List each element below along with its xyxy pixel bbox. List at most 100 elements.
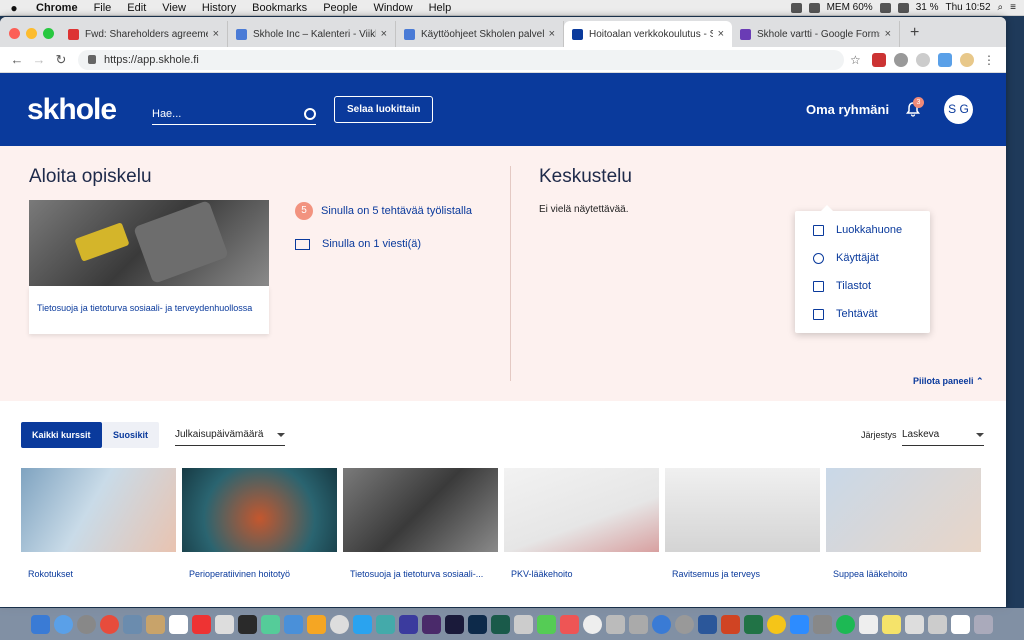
- app-icon[interactable]: [675, 614, 694, 634]
- app-icon[interactable]: [146, 614, 165, 634]
- browse-categories-button[interactable]: Selaa luokittain: [334, 96, 434, 123]
- sort-select[interactable]: Laskeva: [902, 424, 984, 446]
- search-input[interactable]: Hae...: [152, 103, 316, 125]
- dropdown-item-classroom[interactable]: Luokkahuone: [795, 216, 930, 244]
- messages-link[interactable]: Sinulla on 1 viesti(ä): [295, 238, 421, 250]
- profile-icon[interactable]: [960, 52, 974, 67]
- premiere-icon[interactable]: [422, 614, 441, 634]
- app-icon[interactable]: [238, 614, 257, 634]
- trash-icon[interactable]: [974, 614, 993, 634]
- wifi-icon[interactable]: [879, 2, 891, 13]
- my-group-menu[interactable]: Oma ryhmäni: [806, 102, 889, 117]
- calendar-app-icon[interactable]: [169, 614, 188, 634]
- excel-icon[interactable]: [744, 614, 763, 634]
- extension-icon[interactable]: [938, 52, 952, 67]
- extension-icon[interactable]: [872, 52, 886, 67]
- notes-icon[interactable]: [882, 614, 901, 634]
- app-icon[interactable]: [307, 614, 326, 634]
- close-tab-icon[interactable]: ×: [718, 28, 724, 40]
- all-courses-button[interactable]: Kaikki kurssit: [21, 422, 102, 448]
- course-card[interactable]: Ravitsemus ja terveys: [665, 468, 820, 598]
- app-icon[interactable]: [284, 614, 303, 634]
- menu-help[interactable]: Help: [421, 2, 460, 14]
- menu-file[interactable]: File: [86, 2, 120, 14]
- back-icon[interactable]: ←: [6, 52, 28, 67]
- apple-icon[interactable]: ●: [0, 1, 28, 15]
- spotify-icon[interactable]: [836, 614, 855, 634]
- tab-docs[interactable]: Käyttöohjeet Skholen palveluun ×: [396, 21, 564, 47]
- powerpoint-icon[interactable]: [721, 614, 740, 634]
- app-icon[interactable]: [767, 614, 786, 634]
- tab-skhole[interactable]: Hoitoalan verkkokoulutus - Skhole ×: [564, 21, 732, 47]
- app-icon[interactable]: [215, 614, 234, 634]
- course-card[interactable]: Perioperatiivinen hoitotyö: [182, 468, 337, 598]
- clock[interactable]: Thu 10:52: [946, 2, 991, 13]
- tab-forms[interactable]: Skhole vartti - Google Forms ×: [732, 21, 900, 47]
- menu-window[interactable]: Window: [365, 2, 420, 14]
- close-tab-icon[interactable]: ×: [381, 28, 387, 40]
- app-icon[interactable]: [537, 614, 556, 634]
- app-icon[interactable]: [560, 614, 579, 634]
- close-tab-icon[interactable]: ×: [885, 28, 891, 40]
- zoom-icon[interactable]: [790, 614, 809, 634]
- app-icon[interactable]: [859, 614, 878, 634]
- app-icon[interactable]: [905, 614, 924, 634]
- course-image[interactable]: [29, 200, 269, 286]
- launchpad-icon[interactable]: [77, 614, 96, 634]
- star-icon[interactable]: ☆: [850, 53, 864, 67]
- spotlight-icon[interactable]: ⌕: [998, 2, 1004, 13]
- app-icon[interactable]: [123, 614, 142, 634]
- app-icon[interactable]: [629, 614, 648, 634]
- search-icon[interactable]: [304, 107, 316, 120]
- dropdown-item-stats[interactable]: Tilastot: [795, 272, 930, 300]
- skhole-logo[interactable]: skhole: [27, 93, 117, 127]
- finder-icon[interactable]: [31, 614, 50, 634]
- chrome-icon[interactable]: [100, 614, 119, 634]
- app-icon[interactable]: [652, 614, 671, 634]
- app-icon[interactable]: [928, 614, 947, 634]
- course-card[interactable]: Rokotukset: [21, 468, 176, 598]
- course-card[interactable]: Tietosuoja ja tietoturva sosiaali-...: [343, 468, 498, 598]
- menu-people[interactable]: People: [315, 2, 365, 14]
- status-icon[interactable]: [790, 2, 802, 13]
- dropdown-item-users[interactable]: Käyttäjät: [795, 244, 930, 272]
- app-icon[interactable]: [399, 614, 418, 634]
- maximize-window-button[interactable]: [43, 28, 54, 39]
- extension-icon[interactable]: [916, 52, 930, 67]
- extension-icon[interactable]: [894, 52, 908, 67]
- tab-gmail[interactable]: Fwd: Shareholders agreement ×: [60, 21, 228, 47]
- forward-icon[interactable]: →: [28, 52, 50, 67]
- app-icon[interactable]: [261, 614, 280, 634]
- close-tab-icon[interactable]: ×: [549, 28, 555, 40]
- volume-icon[interactable]: [897, 2, 909, 13]
- menu-history[interactable]: History: [194, 2, 244, 14]
- app-icon[interactable]: [813, 614, 832, 634]
- battery-text[interactable]: 31 %: [916, 2, 939, 13]
- app-icon[interactable]: [192, 614, 211, 634]
- photoshop-icon[interactable]: [468, 614, 487, 634]
- menu-view[interactable]: View: [154, 2, 194, 14]
- menu-edit[interactable]: Edit: [119, 2, 154, 14]
- course-card[interactable]: Tietosuoja ja tietoturva sosiaali- ja te…: [29, 286, 269, 334]
- app-icon[interactable]: [376, 614, 395, 634]
- new-tab-button[interactable]: +: [900, 21, 929, 47]
- minimize-window-button[interactable]: [26, 28, 37, 39]
- app-icon[interactable]: [583, 614, 602, 634]
- app-icon[interactable]: [445, 614, 464, 634]
- url-field[interactable]: https://app.skhole.fi: [78, 49, 844, 70]
- close-tab-icon[interactable]: ×: [213, 28, 219, 40]
- safari-icon[interactable]: [54, 614, 73, 634]
- more-icon[interactable]: ⋮: [982, 53, 996, 67]
- word-icon[interactable]: [698, 614, 717, 634]
- menu-bookmarks[interactable]: Bookmarks: [244, 2, 315, 14]
- favorites-button[interactable]: Suosikit: [102, 422, 160, 448]
- close-window-button[interactable]: [9, 28, 20, 39]
- menu-list-icon[interactable]: ≡: [1010, 2, 1016, 13]
- status-icon[interactable]: [808, 2, 820, 13]
- tasks-link[interactable]: 5 Sinulla on 5 tehtävää työlistalla: [295, 202, 472, 220]
- dropdown-item-tasks[interactable]: Tehtävät: [795, 300, 930, 328]
- course-card[interactable]: Suppea lääkehoito: [826, 468, 981, 598]
- course-card[interactable]: PKV-lääkehoito: [504, 468, 659, 598]
- app-icon[interactable]: [606, 614, 625, 634]
- app-icon[interactable]: [514, 614, 533, 634]
